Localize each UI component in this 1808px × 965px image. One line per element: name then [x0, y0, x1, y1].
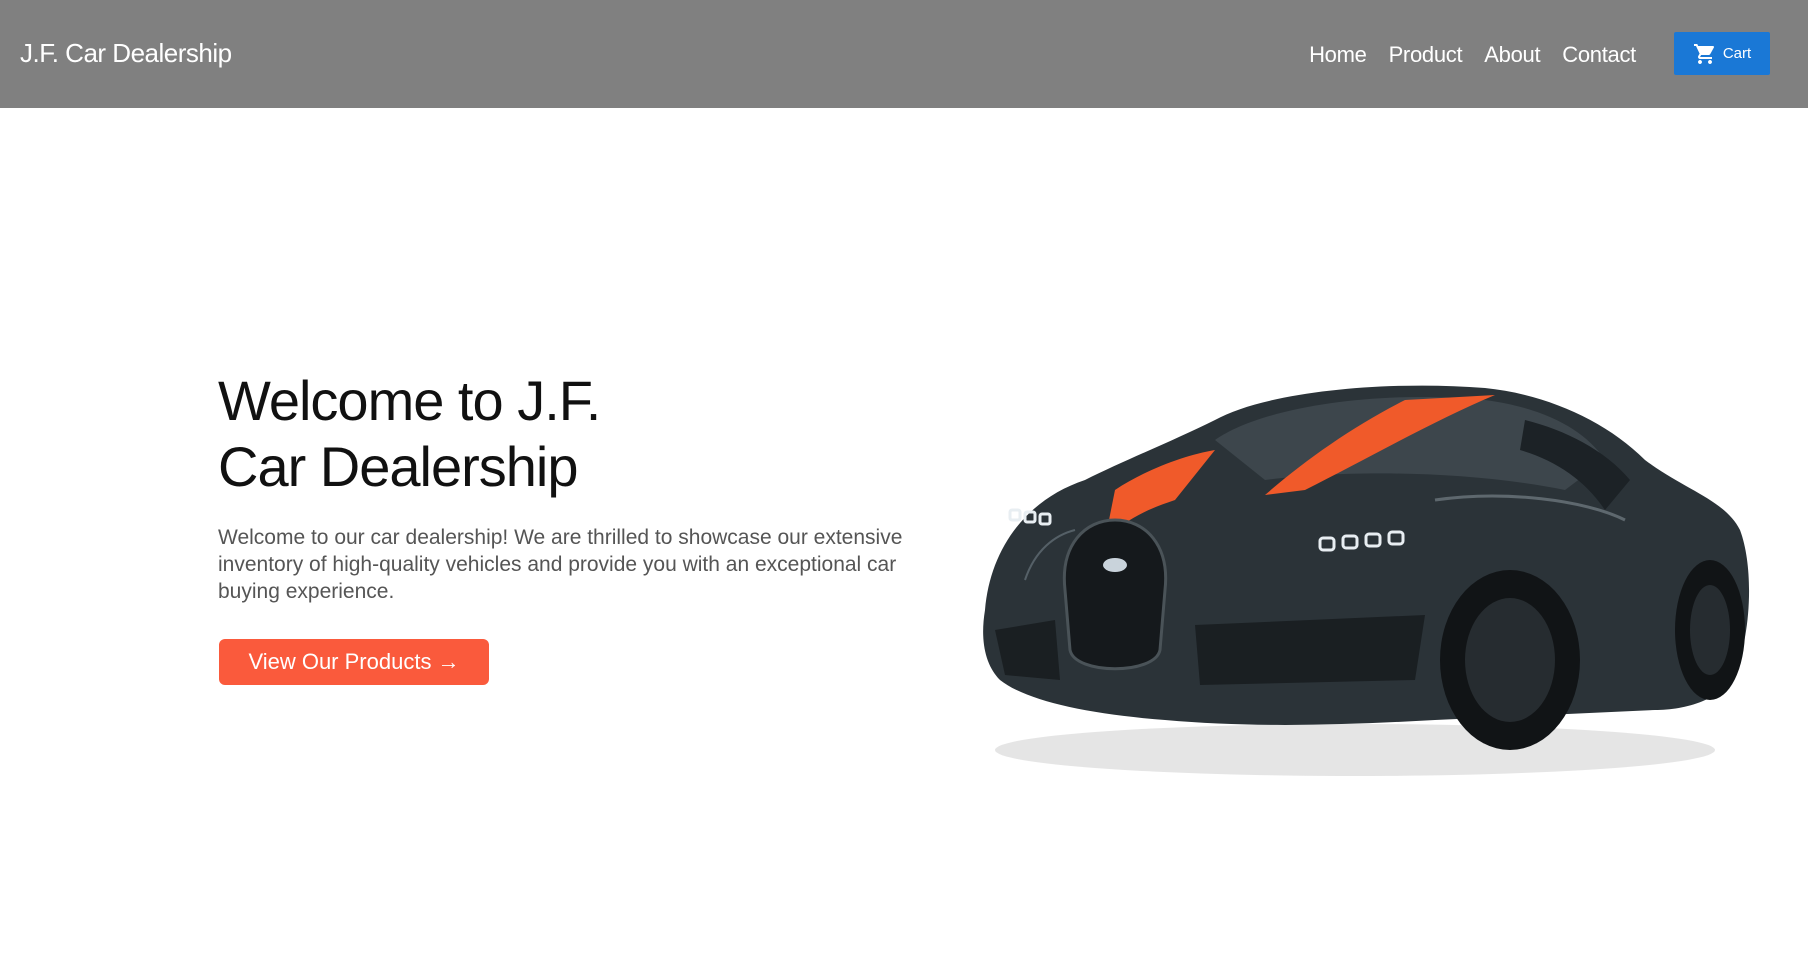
nav-link-home[interactable]: Home: [1309, 42, 1367, 68]
navbar: J.F. Car Dealership Home Product About C…: [0, 0, 1808, 108]
hero-car-image: [965, 380, 1755, 785]
nav-links: Home Product About Contact: [1309, 42, 1636, 68]
nav-link-product[interactable]: Product: [1389, 42, 1463, 68]
cart-icon: [1693, 42, 1717, 66]
brand-logo-text[interactable]: J.F. Car Dealership: [20, 38, 232, 69]
hero-title-line-1: Welcome to J.F.: [218, 369, 601, 432]
hero-title: Welcome to J.F. Car Dealership: [218, 368, 778, 500]
view-products-button[interactable]: View Our Products →: [219, 639, 489, 685]
hero-title-line-2: Car Dealership: [218, 435, 578, 498]
nav-link-about[interactable]: About: [1484, 42, 1540, 68]
hero-description: Welcome to our car dealership! We are th…: [218, 526, 903, 603]
cart-button[interactable]: Cart: [1674, 32, 1770, 75]
nav-link-contact[interactable]: Contact: [1562, 42, 1636, 68]
cart-label: Cart: [1722, 45, 1752, 62]
